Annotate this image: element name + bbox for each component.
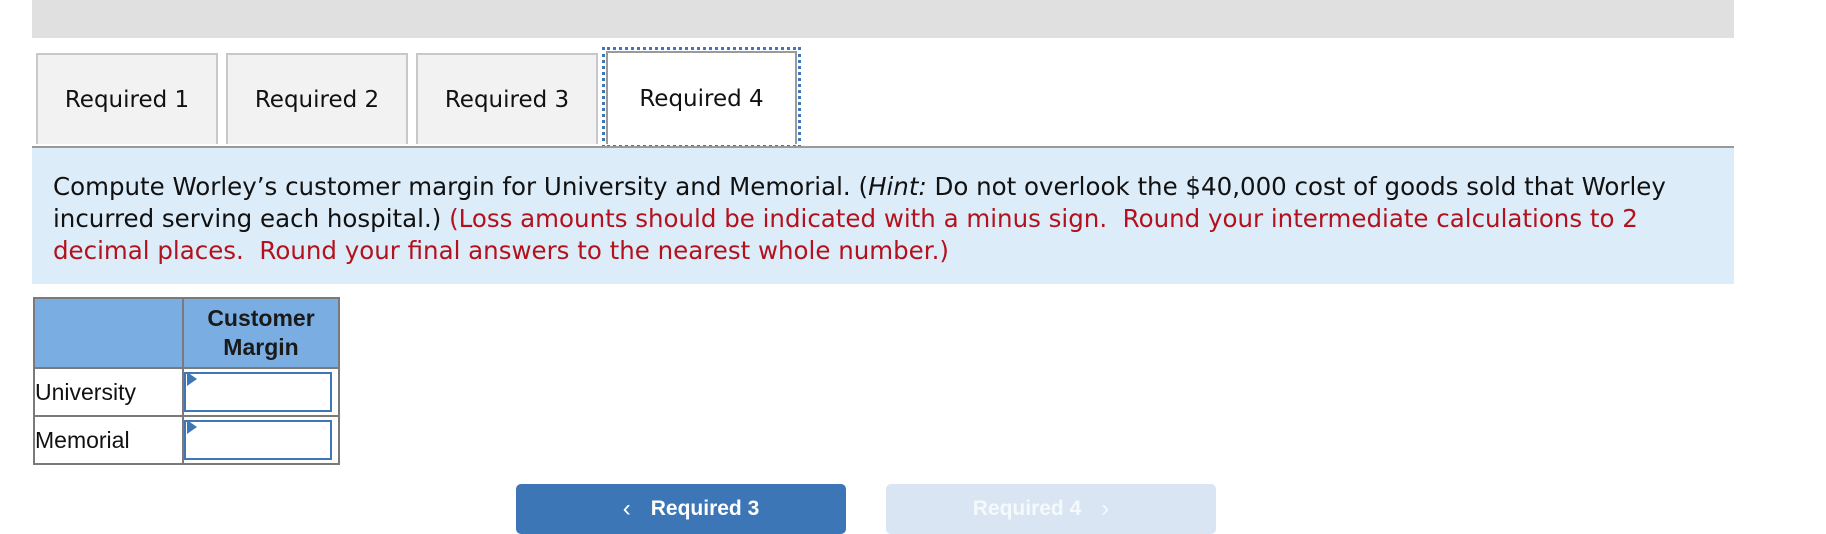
tab-required-2[interactable]: Required 2 <box>226 53 408 144</box>
prev-required-3-button[interactable]: ‹ Required 3 <box>516 484 846 534</box>
tab-required-3[interactable]: Required 3 <box>416 53 598 144</box>
hint-label: Hint: <box>868 172 927 201</box>
top-bar <box>32 0 1734 38</box>
chevron-right-icon: › <box>1101 495 1110 522</box>
table-row: University <box>33 367 340 417</box>
column-header-line2: Margin <box>223 334 299 360</box>
input-cell-memorial <box>182 415 340 465</box>
memorial-margin-input[interactable] <box>184 420 332 460</box>
row-label-university: University <box>33 367 184 417</box>
table-header-row: Customer Margin <box>33 297 340 369</box>
customer-margin-table: Customer Margin University Memorial <box>33 297 340 465</box>
header-blank-cell <box>33 297 184 369</box>
input-flag-icon <box>187 420 197 434</box>
tab-required-1[interactable]: Required 1 <box>36 53 218 144</box>
input-cell-university <box>182 367 340 417</box>
row-label-memorial: Memorial <box>33 415 184 465</box>
chevron-left-icon: ‹ <box>622 495 631 522</box>
prev-button-label: Required 3 <box>650 497 760 520</box>
instructions-panel: Compute Worley’s customer margin for Uni… <box>32 148 1734 284</box>
input-flag-icon <box>187 372 197 386</box>
university-margin-input[interactable] <box>184 372 332 412</box>
instructions-text: Compute Worley’s customer margin for Uni… <box>53 172 869 201</box>
tab-required-4[interactable]: Required 4 <box>602 47 801 148</box>
column-header-line1: Customer <box>207 305 315 331</box>
column-header-customer-margin: Customer Margin <box>182 297 340 369</box>
table-row: Memorial <box>33 415 340 465</box>
next-button-label: Required 4 <box>972 497 1082 520</box>
next-required-4-button: Required 4 › <box>886 484 1216 534</box>
